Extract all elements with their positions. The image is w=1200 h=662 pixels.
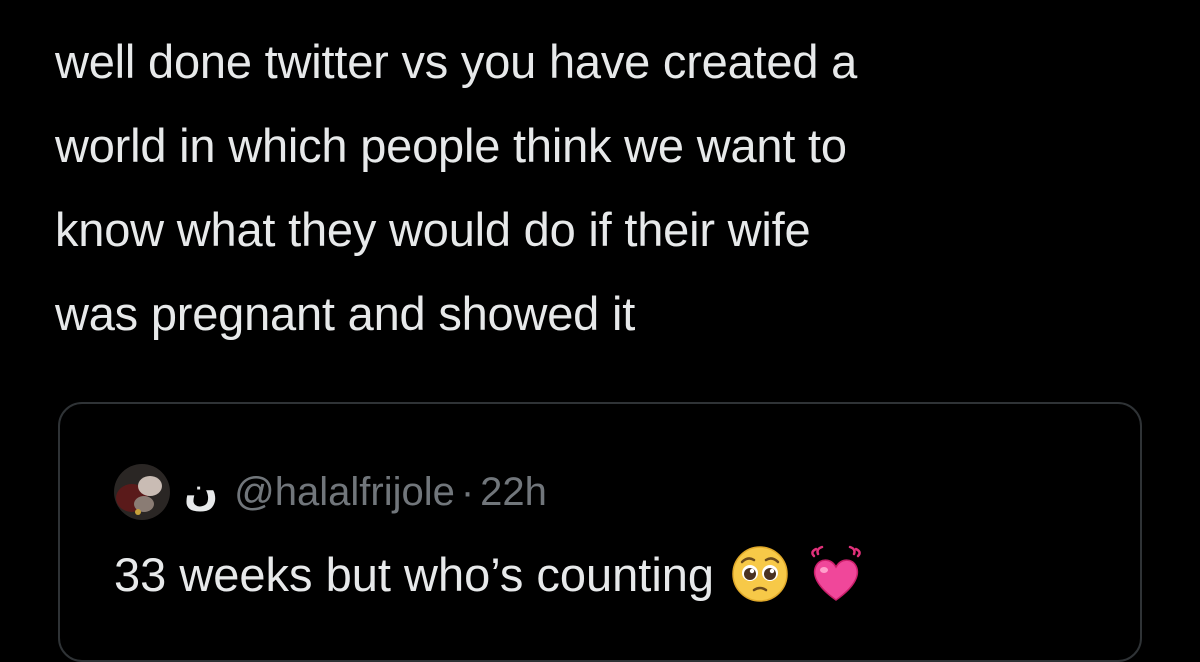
- separator-dot: ·: [460, 469, 475, 514]
- display-name[interactable]: ن: [184, 469, 218, 515]
- quoted-tweet-body: 33 weeks but who’s counting: [114, 544, 866, 604]
- tweet-text: well done twitter vs you have created a …: [55, 20, 1155, 356]
- growing-heart-emoji-icon: [806, 544, 866, 604]
- tweet-text-line: was pregnant and showed it: [55, 287, 636, 340]
- tweet-text-line: well done twitter vs you have created a: [55, 35, 858, 88]
- timestamp[interactable]: 22h: [480, 470, 547, 515]
- quoted-tweet-header: ن @halalfrijole · 22h: [114, 462, 547, 522]
- quoted-tweet-card[interactable]: ن @halalfrijole · 22h 33 weeks but who’s…: [58, 402, 1142, 662]
- avatar[interactable]: [114, 464, 170, 520]
- quoted-tweet-text: 33 weeks but who’s counting: [114, 547, 715, 601]
- user-handle[interactable]: @halalfrijole: [234, 470, 455, 515]
- pleading-face-emoji-icon: [730, 544, 790, 604]
- tweet-text-line: world in which people think we want to: [55, 119, 847, 172]
- tweet-text-line: know what they would do if their wife: [55, 203, 811, 256]
